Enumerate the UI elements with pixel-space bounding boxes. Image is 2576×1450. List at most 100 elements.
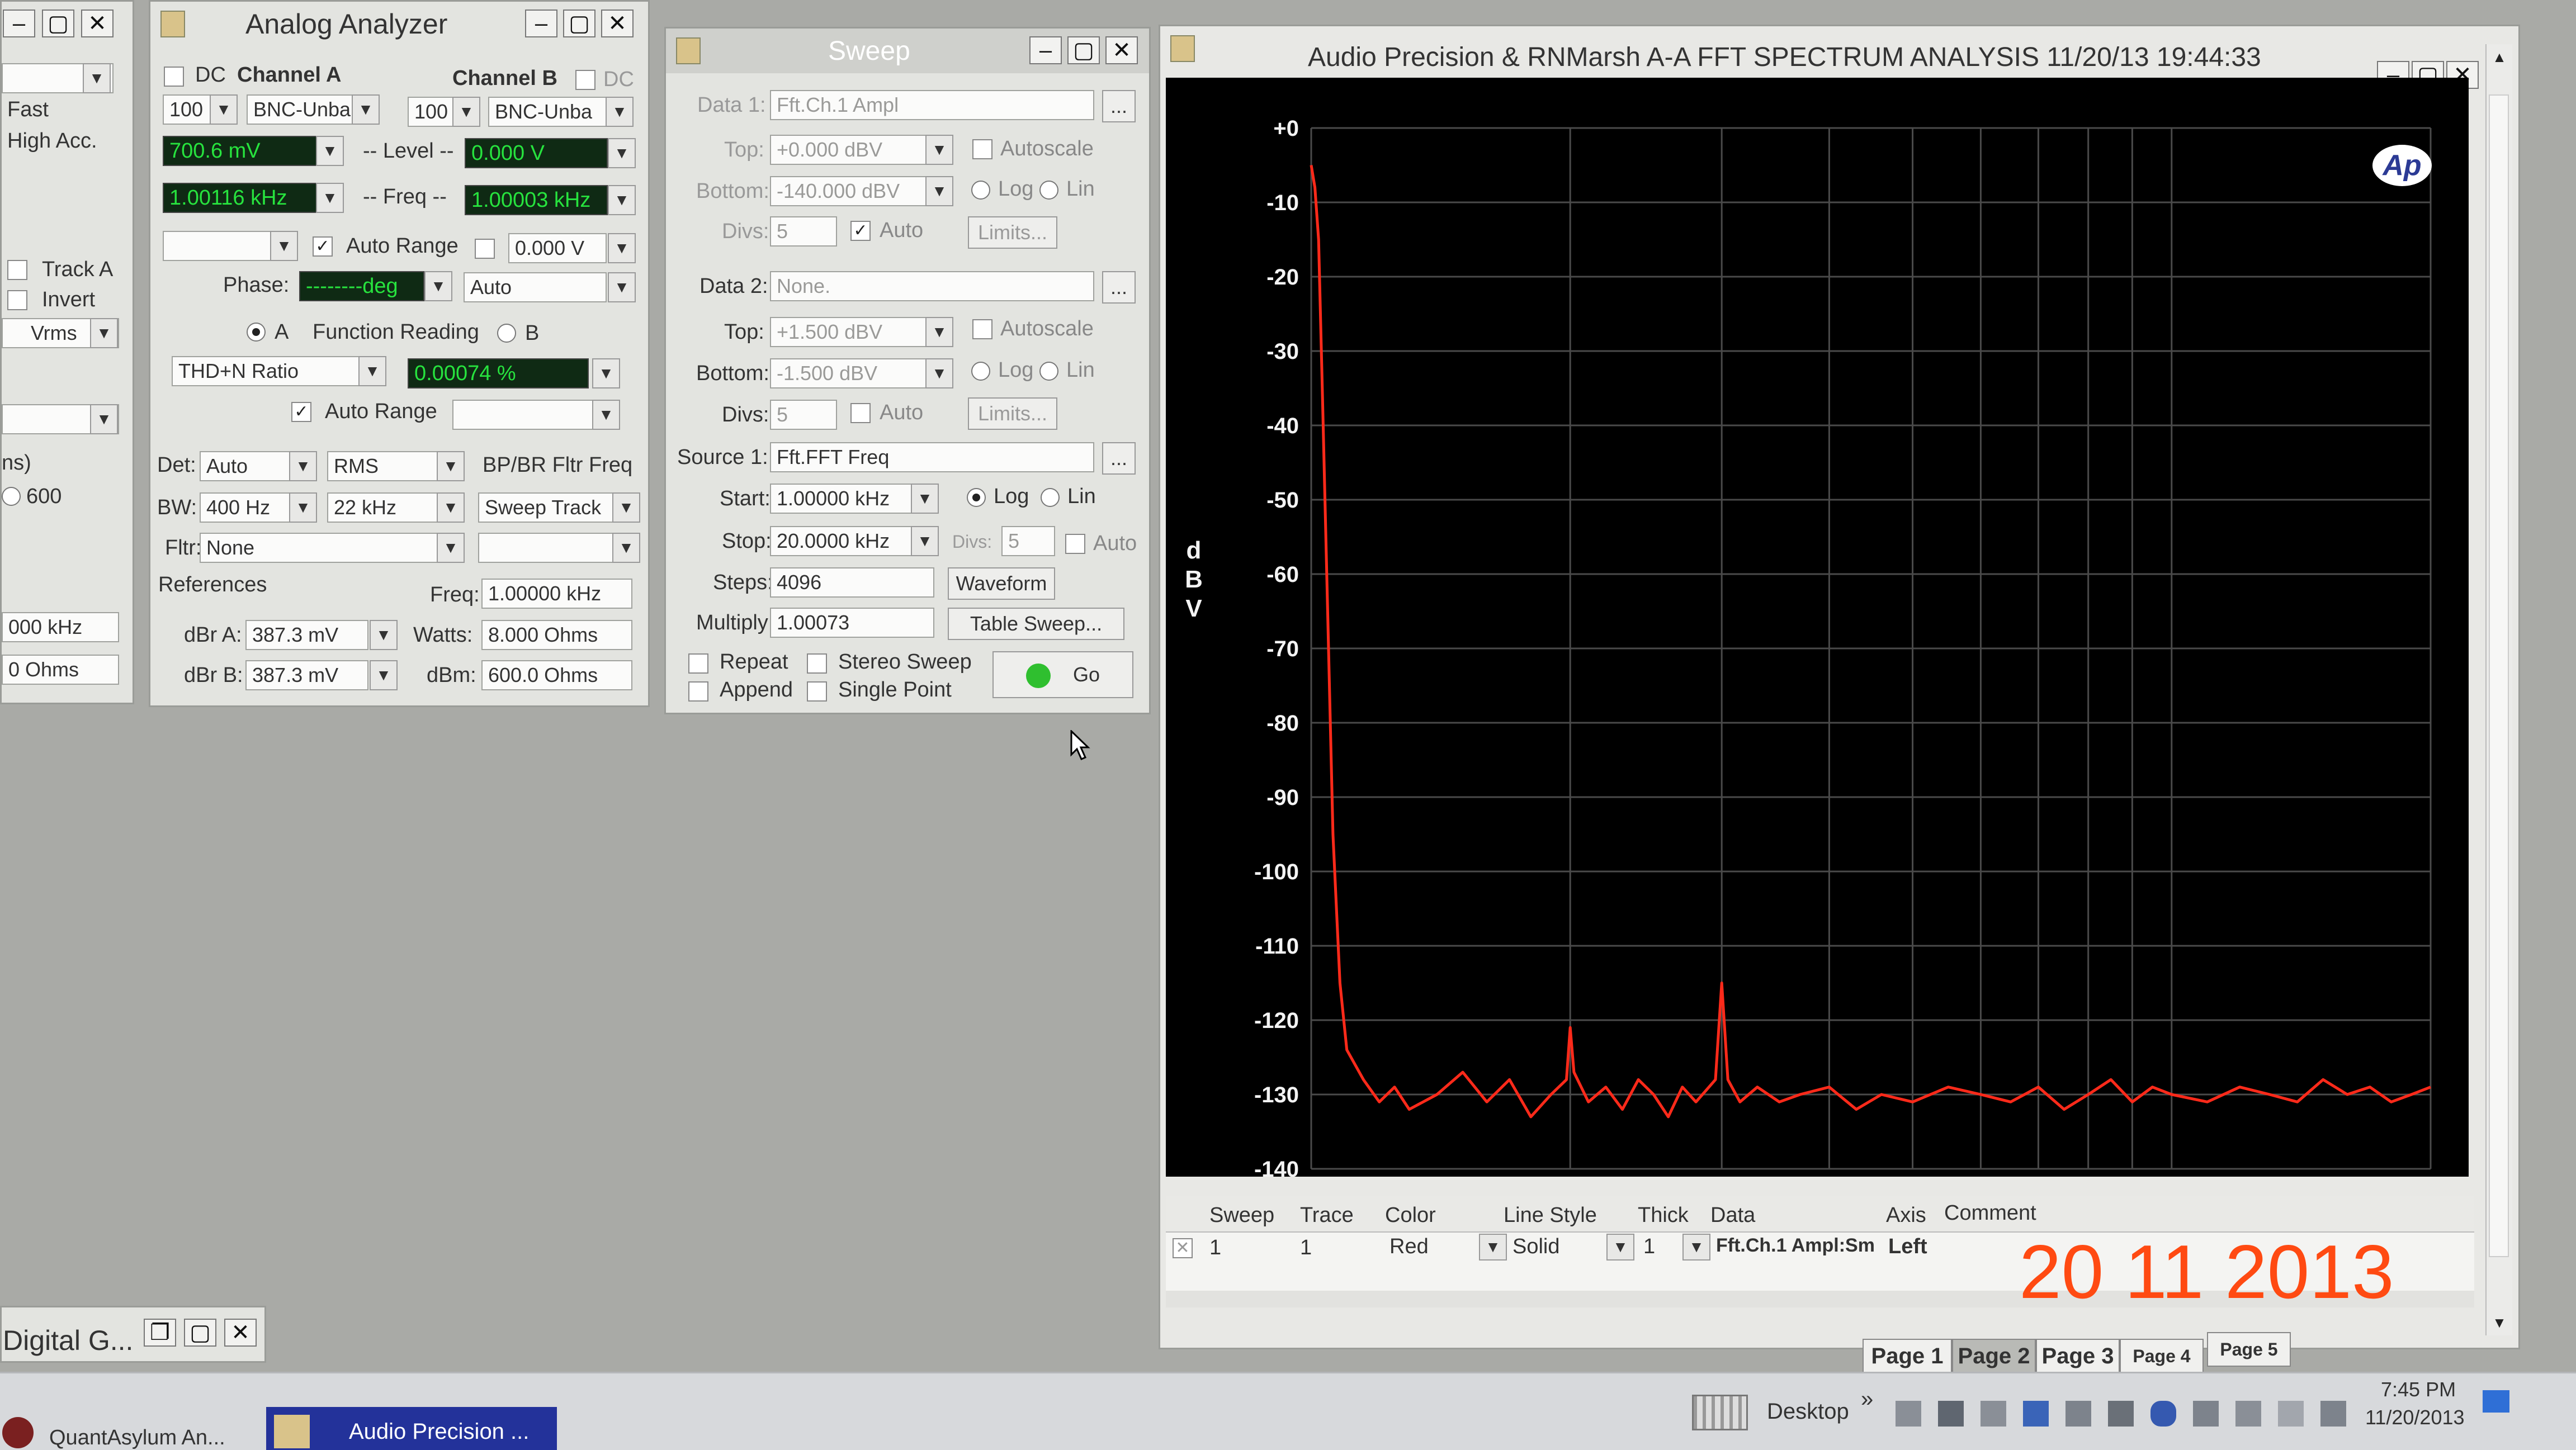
tray-icon[interactable]	[2065, 1401, 2091, 1427]
tab-page-4[interactable]: Page 4	[2120, 1339, 2204, 1373]
dc-a-checkbox[interactable]	[164, 67, 184, 87]
chevron-down-icon[interactable]: ▼	[608, 138, 636, 168]
single-point-checkbox[interactable]	[807, 681, 827, 702]
source-browse-button[interactable]: ...	[1102, 442, 1136, 475]
minimize-button[interactable]: –	[525, 10, 557, 37]
chevron-down-icon[interactable]: ▼	[592, 400, 620, 430]
cell-data[interactable]: Fft.Ch.1 Ampl:Sm	[1716, 1235, 1875, 1257]
function-a-radio[interactable]	[247, 323, 266, 342]
minimize-button[interactable]: –	[3, 10, 35, 37]
chevron-down-icon[interactable]: ▼	[90, 318, 118, 348]
header-comment[interactable]: Comment	[1944, 1201, 2036, 1225]
tray-icon[interactable]	[1938, 1401, 1964, 1427]
header-axis[interactable]: Axis	[1886, 1203, 1926, 1228]
header-thick[interactable]: Thick	[1638, 1203, 1689, 1228]
digital-generator-window[interactable]: Digital G... ❐ ▢ ✕	[0, 1306, 266, 1363]
cell-axis[interactable]: Left	[1888, 1235, 1927, 1259]
clock-time[interactable]: 7:45 PM	[2381, 1378, 2456, 1401]
maximize-button[interactable]: ▢	[42, 10, 74, 37]
tray-icon[interactable]	[2193, 1401, 2219, 1427]
chevron-down-icon[interactable]: ▼	[608, 233, 636, 263]
chevron-down-icon[interactable]: ▼	[316, 136, 344, 166]
divs2-field[interactable]: 5	[770, 400, 837, 430]
chevron-down-icon[interactable]: ▼	[592, 358, 620, 388]
volt-b-field[interactable]: 0.000 V	[508, 233, 607, 263]
clock-date[interactable]: 11/20/2013	[2365, 1406, 2465, 1429]
waveform-button[interactable]: Waveform	[948, 567, 1055, 600]
tab-page-3[interactable]: Page 3	[2036, 1339, 2120, 1373]
dbm-field[interactable]: 600.0 Ohms	[481, 660, 632, 690]
scroll-thumb[interactable]	[2489, 94, 2509, 1257]
autoscale2-checkbox[interactable]	[972, 319, 992, 339]
divs1-field[interactable]: 5	[770, 216, 837, 247]
multiply-field[interactable]: 1.00073	[770, 608, 934, 638]
tab-page-1[interactable]: Page 1	[1863, 1339, 1952, 1373]
chevron-down-icon[interactable]: ▼	[452, 97, 480, 127]
autoscale1-checkbox[interactable]	[972, 139, 992, 159]
scroll-up-icon[interactable]: ▲	[2487, 44, 2512, 70]
divs3-field[interactable]: 5	[1001, 526, 1055, 556]
invert-checkbox[interactable]	[7, 290, 27, 310]
data2-browse-button[interactable]: ...	[1102, 271, 1136, 304]
chevron-down-icon[interactable]: ▼	[370, 660, 398, 690]
tab-page-5[interactable]: Page 5	[2207, 1332, 2291, 1367]
chevron-down-icon[interactable]: ▼	[358, 356, 386, 386]
cell-color[interactable]: Red	[1389, 1235, 1429, 1259]
chevron-down-icon[interactable]: ▼	[608, 185, 636, 215]
chevron-down-icon[interactable]: ▼	[437, 533, 465, 563]
chevron-down-icon[interactable]: ▼	[210, 94, 238, 125]
network-icon[interactable]	[2235, 1401, 2261, 1427]
fltr-extra-select[interactable]	[478, 533, 632, 563]
source-field[interactable]: Fft.FFT Freq	[770, 442, 1094, 472]
chevron-down-icon[interactable]: ▼	[83, 63, 111, 93]
tray-icon[interactable]	[1896, 1401, 1921, 1427]
ref-freq-field[interactable]: 1.00000 kHz	[481, 579, 632, 609]
chevron-down-icon[interactable]: ▼	[352, 94, 380, 125]
chevron-down-icon[interactable]: ▼	[612, 533, 640, 563]
dbra-field[interactable]: 387.3 mV	[245, 620, 368, 650]
tab-page-2[interactable]: Page 2	[1952, 1339, 2036, 1373]
row-enable-checkbox[interactable]: ✕	[1173, 1238, 1193, 1258]
chevron-down-icon[interactable]: ▼	[612, 492, 640, 523]
fft-chart[interactable]: +0 -10 -20 -30 -40 -50 -60 -70 -80 -90 -100 -110 -12…	[1166, 78, 2469, 1177]
restore-button[interactable]: ❐	[144, 1319, 176, 1347]
chevron-down-icon[interactable]: ▼	[606, 97, 634, 127]
tray-icon[interactable]	[2108, 1401, 2134, 1427]
fft-graph[interactable]: +0 -10 -20 -30 -40 -50 -60 -70 -80 -90 -100 -110 -12…	[1166, 78, 2469, 1177]
chevron-down-icon[interactable]: ▼	[911, 484, 939, 514]
minimize-button[interactable]: –	[1029, 36, 1062, 64]
chevron-down-icon[interactable]: ▼	[925, 176, 953, 206]
volt-b-checkbox[interactable]	[475, 239, 495, 259]
header-line-style[interactable]: Line Style	[1504, 1203, 1597, 1228]
signal-icon[interactable]	[2278, 1401, 2304, 1427]
chevron-down-icon[interactable]: ▼	[911, 526, 939, 556]
header-data[interactable]: Data	[1710, 1203, 1755, 1228]
data1-browse-button[interactable]: ...	[1102, 90, 1136, 122]
chevron-down-icon[interactable]: ▼	[370, 620, 398, 650]
auto-range2-checkbox[interactable]: ✓	[291, 402, 311, 422]
auto1-checkbox[interactable]: ✓	[850, 221, 871, 241]
auto3-checkbox[interactable]	[1065, 534, 1085, 554]
close-button[interactable]: ✕	[224, 1319, 257, 1347]
go-button[interactable]: Go	[992, 651, 1133, 698]
r600-radio[interactable]	[2, 487, 21, 506]
limits1-button[interactable]: Limits...	[968, 216, 1057, 249]
chevron-down-icon[interactable]: ▼	[270, 231, 298, 261]
limits2-button[interactable]: Limits...	[968, 397, 1057, 430]
taskbar-item-audio-precision[interactable]: Audio Precision ...	[266, 1407, 557, 1450]
stereo-sweep-checkbox[interactable]	[807, 653, 827, 674]
header-trace[interactable]: Trace	[1300, 1203, 1354, 1228]
scroll-down-icon[interactable]: ▼	[2487, 1310, 2512, 1335]
chevron-down-icon[interactable]: ▼	[925, 358, 953, 388]
chevron-down-icon[interactable]: ▼	[1606, 1234, 1634, 1261]
maximize-button[interactable]: ▢	[1067, 36, 1100, 64]
keyboard-icon[interactable]	[1692, 1395, 1748, 1430]
function-select[interactable]: THD+N Ratio	[172, 356, 373, 386]
phase-mode-select[interactable]: Auto	[464, 272, 607, 302]
tray-icons[interactable]	[1896, 1398, 2354, 1429]
table-sweep-button[interactable]: Table Sweep...	[948, 608, 1124, 640]
auto2-checkbox[interactable]	[850, 403, 871, 423]
lin3-radio[interactable]	[1041, 488, 1060, 507]
chevron-down-icon[interactable]: ▼	[90, 404, 118, 434]
chevron-down-icon[interactable]: ▼	[289, 451, 317, 481]
